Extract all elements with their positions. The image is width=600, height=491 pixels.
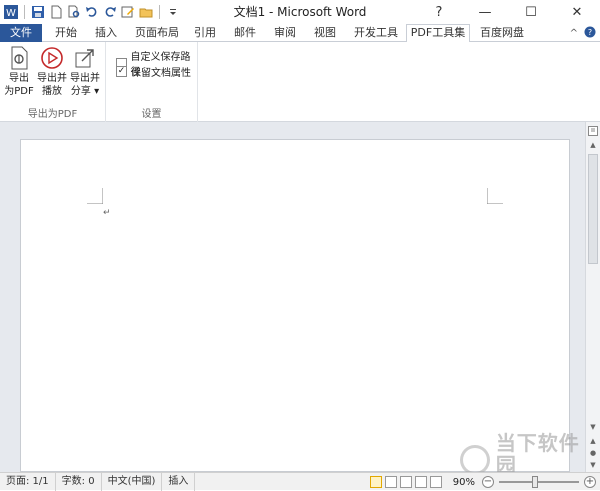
tab-developer[interactable]: 开发工具: [348, 24, 404, 42]
paragraph-mark-icon: ↵: [103, 208, 111, 218]
title-bar: W 文档1 - Microsoft Word ? — ☐ ✕: [0, 0, 600, 24]
quick-access-toolbar: W: [0, 0, 181, 24]
svg-text:W: W: [6, 8, 16, 19]
play-icon: [40, 46, 64, 70]
document-area: ↵: [0, 122, 600, 472]
open-folder-icon[interactable]: [138, 4, 154, 20]
export-pdf-icon: [7, 46, 31, 70]
collapse-ribbon-icon[interactable]: ^: [570, 28, 578, 39]
qat-divider: [159, 5, 160, 19]
select-browse-object-icon[interactable]: ●: [588, 448, 598, 458]
ruler-toggle-icon[interactable]: [588, 126, 598, 136]
scroll-up-icon[interactable]: ▲: [588, 140, 598, 150]
export-share-label: 导出并 分享 ▾: [70, 73, 100, 97]
help-button[interactable]: ?: [416, 0, 462, 24]
zoom-slider-thumb[interactable]: [531, 476, 538, 488]
tab-baidu-netdisk[interactable]: 百度网盘: [474, 24, 530, 42]
word-count[interactable]: 字数: 0: [56, 472, 102, 491]
tab-mailings[interactable]: 邮件: [228, 24, 262, 42]
outline-view-icon[interactable]: [414, 476, 427, 488]
save-icon[interactable]: [30, 4, 46, 20]
document-page[interactable]: ↵: [20, 139, 570, 472]
zoom-in-icon[interactable]: +: [584, 476, 596, 488]
svg-text:?: ?: [588, 28, 592, 37]
draft-view-icon[interactable]: [429, 476, 442, 488]
print-layout-view-icon[interactable]: [369, 476, 382, 488]
tab-page-layout[interactable]: 页面布局: [130, 24, 184, 42]
window-controls: ? — ☐ ✕: [416, 0, 600, 24]
maximize-button[interactable]: ☐: [508, 0, 554, 24]
keep-doc-props-option[interactable]: ✓ 保留文档属性: [116, 64, 191, 79]
customize-qat-icon[interactable]: [165, 4, 181, 20]
print-preview-icon[interactable]: [66, 4, 82, 20]
tab-file[interactable]: 文件: [0, 24, 42, 42]
zoom-out-icon[interactable]: −: [482, 476, 494, 488]
page-count[interactable]: 页面: 1/1: [0, 472, 56, 491]
tab-home[interactable]: 开始: [48, 24, 84, 42]
corner-mark-top-left: [87, 188, 103, 204]
view-zoom-controls: 90% − +: [369, 473, 596, 491]
language[interactable]: 中文(中国): [102, 472, 163, 491]
web-layout-view-icon[interactable]: [399, 476, 412, 488]
tab-pdf-tools[interactable]: PDF工具集: [406, 24, 470, 43]
zoom-slider[interactable]: [499, 476, 579, 488]
tab-insert[interactable]: 插入: [88, 24, 124, 42]
keep-doc-props-checkbox[interactable]: ✓: [116, 66, 127, 77]
tab-review[interactable]: 审阅: [268, 24, 302, 42]
tab-view[interactable]: 视图: [308, 24, 342, 42]
next-page-icon[interactable]: ▼: [588, 460, 598, 470]
keep-doc-props-label: 保留文档属性: [131, 68, 191, 79]
export-pdf-label: 导出 为PDF: [4, 73, 34, 97]
export-play-button[interactable]: 导出并 播放: [35, 46, 69, 98]
reading-view-icon[interactable]: [384, 476, 397, 488]
settings-group-label: 设置: [141, 109, 162, 120]
insert-mode[interactable]: 插入: [162, 472, 196, 491]
settings-group: 自定义保存路径 ✓ 保留文档属性 设置: [106, 42, 198, 122]
corner-mark-top-right: [487, 188, 503, 204]
undo-icon[interactable]: [84, 4, 100, 20]
ribbon-panel: 导出 为PDF 导出并 播放 导出并 分享 ▾ 导出为PDF 自定义保存路径 ✓…: [0, 42, 600, 122]
scrollbar-thumb[interactable]: [588, 154, 598, 264]
tab-references[interactable]: 引用: [188, 24, 222, 42]
ribbon-tabs: 文件 开始 插入 页面布局 引用 邮件 审阅 视图 开发工具 PDF工具集 百度…: [0, 24, 600, 43]
vertical-scrollbar[interactable]: ▲ ▼ ▲ ● ▼: [585, 122, 600, 472]
qat-divider: [24, 5, 25, 19]
new-document-icon[interactable]: [48, 4, 64, 20]
export-pdf-group-label: 导出为PDF: [27, 109, 78, 120]
edit-icon[interactable]: [120, 4, 136, 20]
minimize-button[interactable]: —: [462, 0, 508, 24]
redo-icon[interactable]: [102, 4, 118, 20]
zoom-level[interactable]: 90%: [453, 477, 475, 488]
export-share-button[interactable]: 导出并 分享 ▾: [68, 46, 102, 98]
status-bar: 页面: 1/1 字数: 0 中文(中国) 插入 90% − +: [0, 472, 600, 491]
scroll-down-icon[interactable]: ▼: [588, 422, 598, 432]
export-play-label: 导出并 播放: [37, 73, 67, 97]
ribbon-controls: ^ ?: [570, 24, 596, 42]
close-button[interactable]: ✕: [554, 0, 600, 24]
share-icon: [73, 46, 97, 70]
help-icon[interactable]: ?: [584, 26, 596, 41]
export-pdf-group: 导出 为PDF 导出并 播放 导出并 分享 ▾ 导出为PDF: [0, 42, 106, 122]
export-pdf-button[interactable]: 导出 为PDF: [2, 46, 36, 98]
word-logo-icon: W: [3, 4, 19, 20]
previous-page-icon[interactable]: ▲: [588, 436, 598, 446]
